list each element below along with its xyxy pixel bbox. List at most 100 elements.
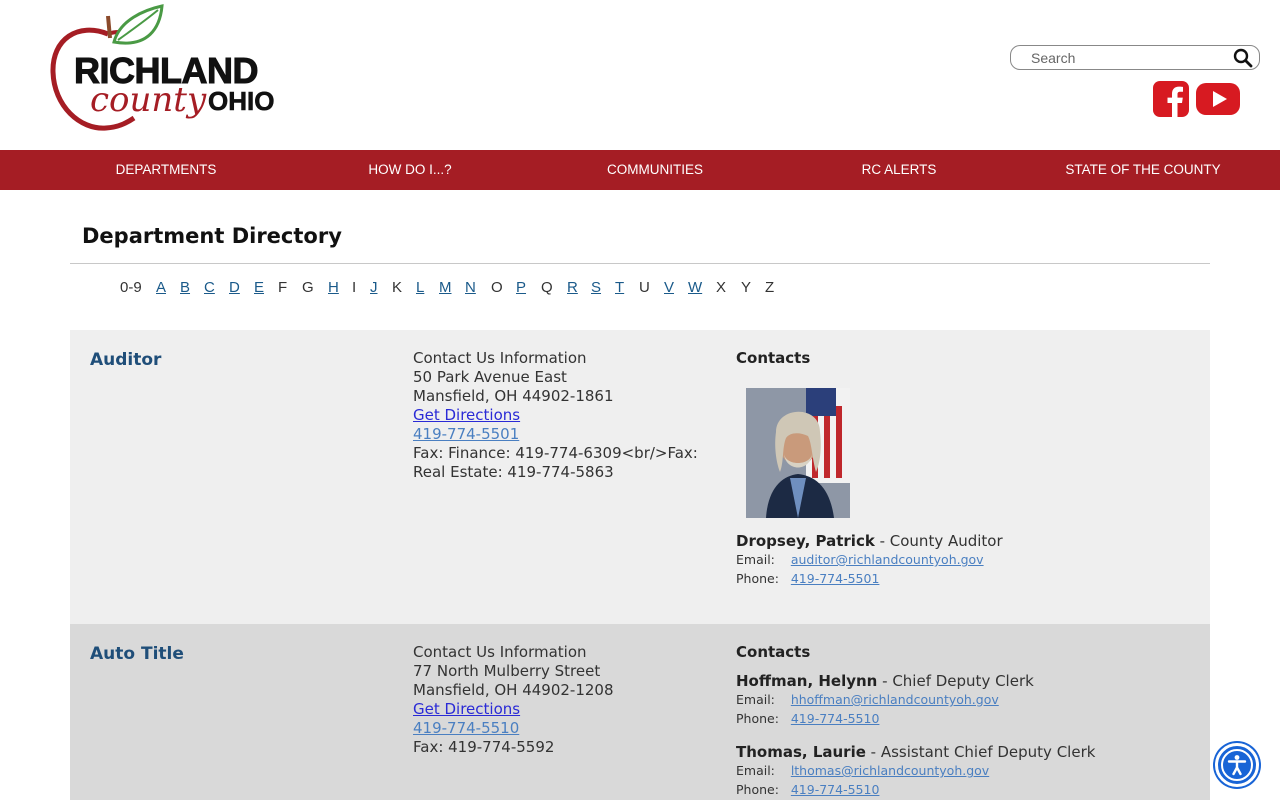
- address-line-1: 77 North Mulberry Street: [413, 662, 601, 680]
- alpha-0-9: 0-9: [120, 279, 142, 296]
- nav-rc-alerts[interactable]: RC ALERTS: [862, 160, 937, 180]
- contact-info: Contact Us Information 50 Park Avenue Ea…: [413, 349, 713, 482]
- alpha-link-s[interactable]: S: [591, 279, 601, 296]
- fax-line-2: Real Estate: 419-774-5863: [413, 463, 614, 481]
- site-header: RICHLAND county OHIO: [0, 0, 1280, 150]
- nav-communities[interactable]: COMMUNITIES: [607, 160, 703, 180]
- logo-text-county: county: [90, 80, 207, 120]
- alpha-link-t[interactable]: T: [615, 279, 624, 296]
- contact-phone-row: Phone: 419-774-5510: [736, 709, 1196, 728]
- contact-phone-link[interactable]: 419-774-5501: [791, 571, 880, 586]
- contact-phone-link[interactable]: 419-774-5510: [791, 782, 880, 797]
- accessibility-button[interactable]: [1215, 743, 1259, 787]
- contact-email-row: Email: lthomas@richlandcountyoh.gov: [736, 761, 1196, 780]
- email-label: Email:: [736, 552, 775, 567]
- contact-card: Hoffman, Helynn - Chief Deputy Clerk Ema…: [736, 672, 1196, 728]
- contact-title: - Chief Deputy Clerk: [877, 672, 1034, 690]
- alpha-link-n[interactable]: N: [465, 279, 476, 296]
- search-icon[interactable]: [1233, 48, 1253, 68]
- contact-title: - County Auditor: [874, 532, 1003, 550]
- alpha-z: Z: [765, 279, 775, 296]
- alpha-i: I: [352, 279, 357, 296]
- search-box: [1010, 45, 1260, 70]
- contacts-section: Contacts Hoffman, Helynn - Chief Deputy …: [736, 643, 1196, 797]
- contact-email-row: Email: hhoffman@richlandcountyoh.gov: [736, 690, 1196, 709]
- alpha-g: G: [302, 279, 314, 296]
- alpha-link-m[interactable]: M: [439, 279, 452, 296]
- contact-name-line: Dropsey, Patrick - County Auditor: [736, 532, 1196, 550]
- contact-photo: [746, 388, 850, 518]
- email-link[interactable]: auditor@richlandcountyoh.gov: [791, 552, 984, 567]
- title-divider: [70, 263, 1210, 264]
- alpha-link-d[interactable]: D: [229, 279, 240, 296]
- contact-email-row: Email: auditor@richlandcountyoh.gov: [736, 550, 1196, 569]
- portrait-image: [746, 388, 850, 518]
- department-name: Auto Title: [90, 644, 184, 664]
- nav-state-of-the-county[interactable]: STATE OF THE COUNTY: [1065, 160, 1220, 180]
- alpha-link-e[interactable]: E: [254, 279, 264, 296]
- alpha-link-w[interactable]: W: [688, 279, 702, 296]
- alpha-o: O: [491, 279, 503, 296]
- alpha-x: X: [716, 279, 727, 296]
- phone-label: Phone:: [736, 711, 779, 726]
- nav-how-do-i[interactable]: HOW DO I...?: [368, 160, 451, 180]
- fax-line-1: Fax: 419-774-5592: [413, 738, 555, 756]
- get-directions-link[interactable]: Get Directions: [413, 700, 520, 718]
- email-link[interactable]: hhoffman@richlandcountyoh.gov: [791, 692, 999, 707]
- richland-county-logo[interactable]: RICHLAND county OHIO: [48, 4, 298, 136]
- address-line-2: Mansfield, OH 44902-1861: [413, 387, 614, 405]
- search-input[interactable]: [1031, 49, 1231, 67]
- contact-phone-row: Phone: 419-774-5510: [736, 780, 1196, 799]
- phone-label: Phone:: [736, 782, 779, 797]
- department-card-auto-title: Auto Title Contact Us Information 77 Nor…: [70, 624, 1210, 800]
- phone-link[interactable]: 419-774-5501: [413, 425, 519, 443]
- alpha-q: Q: [541, 279, 553, 296]
- alpha-link-a[interactable]: A: [156, 279, 166, 296]
- contacts-section: Contacts Dropsey, Patrick - County Audit…: [736, 349, 1196, 586]
- contact-name-line: Thomas, Laurie - Assistant Chief Deputy …: [736, 743, 1196, 761]
- department-name: Auditor: [90, 350, 162, 370]
- alpha-link-v[interactable]: V: [664, 279, 674, 296]
- contact-phone-row: Phone: 419-774-5501: [736, 569, 1196, 588]
- fax-line-1: Fax: Finance: 419-774-6309<br/>Fax:: [413, 444, 698, 462]
- contact-card: Thomas, Laurie - Assistant Chief Deputy …: [736, 743, 1196, 799]
- email-label: Email:: [736, 692, 775, 707]
- phone-label: Phone:: [736, 571, 779, 586]
- alpha-link-c[interactable]: C: [204, 279, 215, 296]
- nav-departments[interactable]: DEPARTMENTS: [116, 160, 217, 180]
- contact-card: Dropsey, Patrick - County Auditor Email:…: [736, 532, 1196, 588]
- contact-phone-link[interactable]: 419-774-5510: [791, 711, 880, 726]
- phone-link[interactable]: 419-774-5510: [413, 719, 519, 737]
- alpha-link-h[interactable]: H: [328, 279, 339, 296]
- contact-info-heading: Contact Us Information: [413, 643, 587, 661]
- alpha-link-b[interactable]: B: [180, 279, 190, 296]
- alpha-y: Y: [741, 279, 752, 296]
- logo-text-ohio: OHIO: [208, 86, 275, 117]
- main-nav: DEPARTMENTS HOW DO I...? COMMUNITIES RC …: [0, 150, 1280, 190]
- contacts-heading: Contacts: [736, 349, 811, 367]
- alpha-u: U: [639, 279, 650, 296]
- facebook-icon[interactable]: [1153, 81, 1189, 117]
- alpha-link-l[interactable]: L: [416, 279, 424, 296]
- contact-info-heading: Contact Us Information: [413, 349, 587, 367]
- alpha-f: F: [278, 279, 288, 296]
- alpha-k: K: [392, 279, 403, 296]
- alpha-link-r[interactable]: R: [567, 279, 578, 296]
- get-directions-link[interactable]: Get Directions: [413, 406, 520, 424]
- contact-name: Hoffman, Helynn: [736, 672, 878, 690]
- youtube-icon[interactable]: [1196, 81, 1240, 117]
- contact-info: Contact Us Information 77 North Mulberry…: [413, 643, 713, 757]
- contact-title: - Assistant Chief Deputy Clerk: [865, 743, 1096, 761]
- alpha-link-p[interactable]: P: [516, 279, 526, 296]
- address-line-2: Mansfield, OH 44902-1208: [413, 681, 614, 699]
- department-card-auditor: Auditor Contact Us Information 50 Park A…: [70, 330, 1210, 624]
- address-line-1: 50 Park Avenue East: [413, 368, 567, 386]
- email-link[interactable]: lthomas@richlandcountyoh.gov: [791, 763, 989, 778]
- accessibility-icon: [1221, 749, 1253, 781]
- contact-name: Dropsey, Patrick: [736, 532, 875, 550]
- contact-name-line: Hoffman, Helynn - Chief Deputy Clerk: [736, 672, 1196, 690]
- email-label: Email:: [736, 763, 775, 778]
- contact-name: Thomas, Laurie: [736, 743, 866, 761]
- alpha-link-j[interactable]: J: [370, 279, 378, 296]
- contacts-heading: Contacts: [736, 643, 811, 661]
